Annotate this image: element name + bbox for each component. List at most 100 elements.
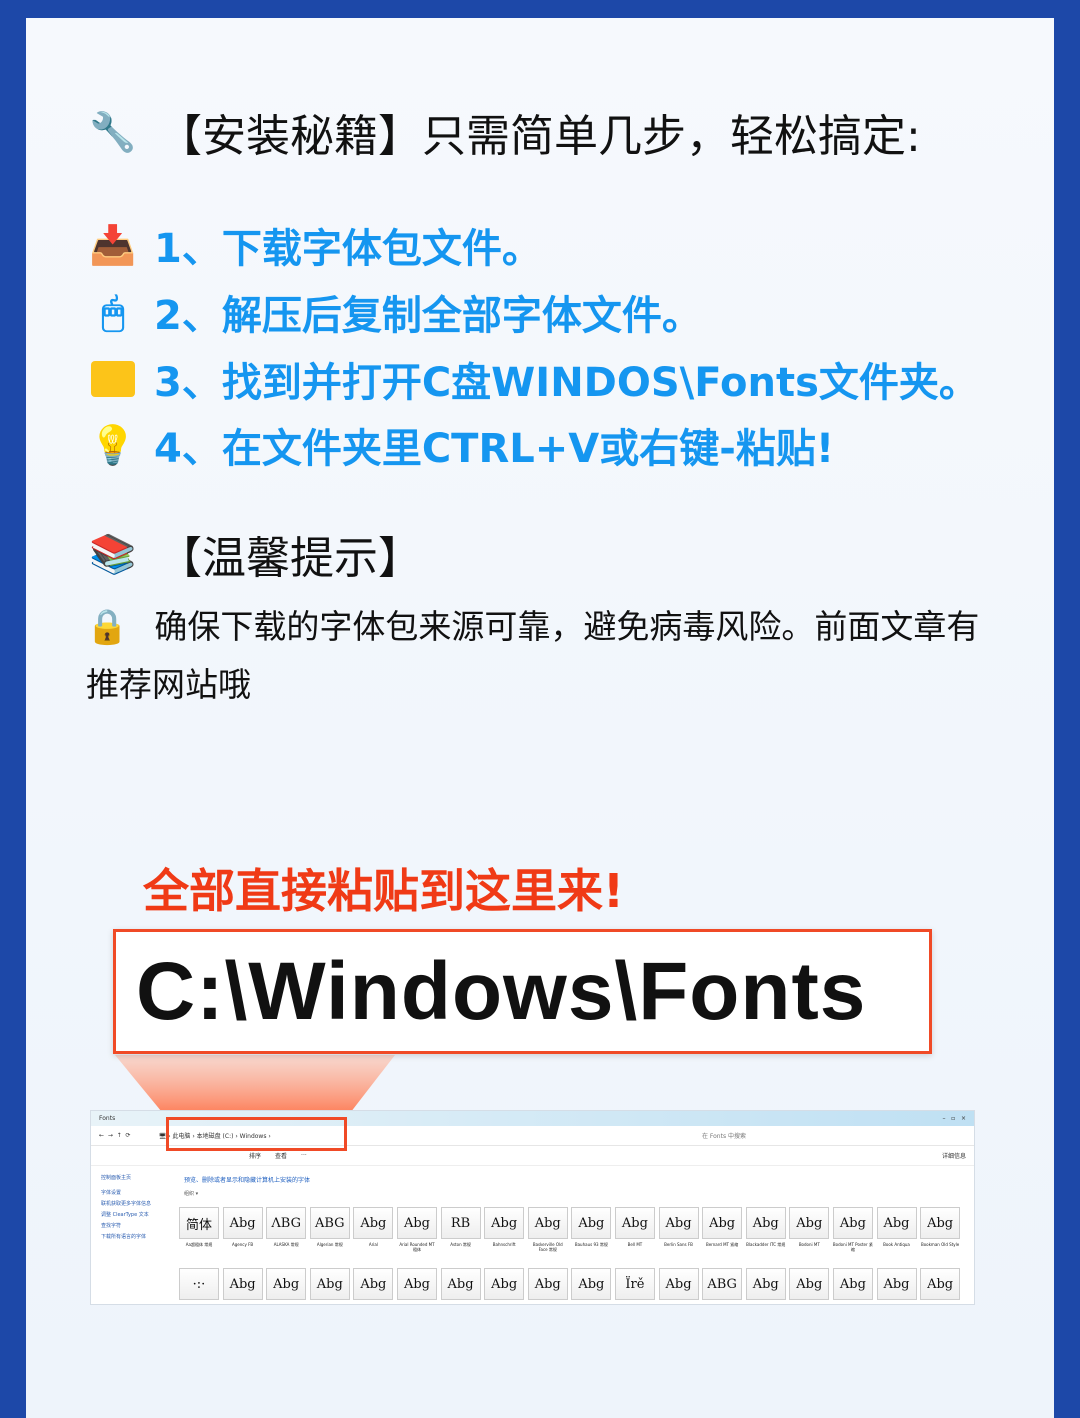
tips-heading-text: 【温馨提示】 xyxy=(158,533,422,584)
font-item[interactable]: Abg xyxy=(396,1268,441,1300)
sidebar-link[interactable]: 控制面板主页 xyxy=(101,1173,171,1184)
font-item[interactable]: Abg Bahnschrift xyxy=(484,1207,528,1258)
font-preview[interactable]: Abg xyxy=(571,1207,612,1239)
font-item[interactable]: Abg xyxy=(222,1268,267,1300)
step-text: 2、解压后复制全部字体文件。 xyxy=(154,293,702,339)
nav-buttons[interactable]: ← → ↑ ⟳ xyxy=(99,1132,131,1139)
more-button[interactable]: ··· xyxy=(301,1152,307,1159)
font-item[interactable]: Abg Bernard MT 紧缩 xyxy=(702,1207,746,1258)
font-item[interactable]: Abg xyxy=(353,1268,397,1300)
font-preview[interactable]: 简体 xyxy=(179,1207,219,1239)
sidebar-link[interactable]: 字体设置 xyxy=(101,1188,171,1199)
step-4: 💡 4、在文件夹里CTRL+V或右键-粘贴! xyxy=(89,416,834,474)
font-name: Baskerville Old Face 常规 xyxy=(532,1242,563,1252)
font-preview[interactable]: Abg xyxy=(484,1268,525,1300)
font-preview[interactable]: Abg xyxy=(571,1268,612,1300)
font-preview[interactable]: ABG xyxy=(702,1268,743,1300)
font-item[interactable]: ΛBG ALASKA 常规 xyxy=(266,1207,310,1258)
sidebar-link[interactable]: 联机获取更多字体信息 xyxy=(101,1199,171,1210)
sidebar-link[interactable]: 调整 ClearType 文本 xyxy=(101,1210,171,1221)
search-input[interactable]: 在 Fonts 中搜索 xyxy=(702,1131,746,1140)
address-highlight-box xyxy=(166,1117,347,1151)
font-item[interactable]: Abg Bauhaus 93 常规 xyxy=(571,1207,615,1258)
font-item[interactable]: Abg Bell MT xyxy=(614,1207,659,1258)
font-preview[interactable]: Abg xyxy=(440,1268,481,1300)
font-item[interactable]: Abg xyxy=(571,1268,615,1300)
lightbulb-icon: 💡 xyxy=(89,422,137,467)
font-preview[interactable]: Abg xyxy=(832,1268,873,1300)
font-item[interactable]: RB Aston 常规 xyxy=(440,1207,485,1258)
font-preview[interactable]: Ïrě xyxy=(614,1268,655,1300)
font-preview[interactable]: Abg xyxy=(745,1268,786,1300)
window-controls[interactable]: – ▫ × xyxy=(942,1115,966,1122)
font-item[interactable]: Abg Bookman Old Style xyxy=(920,1207,964,1258)
step-text: 1、下载字体包文件。 xyxy=(154,226,542,272)
details-button[interactable]: 详细信息 xyxy=(942,1151,966,1160)
sort-button[interactable]: 排序 xyxy=(249,1151,261,1160)
font-item[interactable]: Abg xyxy=(789,1268,833,1300)
font-item[interactable]: Abg Baskerville Old Face 常规 xyxy=(527,1207,572,1258)
font-preview[interactable]: Abg xyxy=(920,1268,961,1300)
font-item[interactable]: 简体 Aa超粗体 常规 xyxy=(179,1207,223,1258)
font-item[interactable]: Abg Bodoni MT Poster 紧缩 xyxy=(832,1207,877,1258)
mouse-icon: 🖱 xyxy=(101,289,125,334)
font-preview[interactable]: Abg xyxy=(658,1207,699,1239)
font-preview[interactable]: Abg xyxy=(789,1207,830,1239)
font-preview[interactable]: Abg xyxy=(527,1207,568,1239)
font-item[interactable]: Abg xyxy=(527,1268,572,1300)
font-item[interactable]: Abg xyxy=(484,1268,528,1300)
font-preview[interactable]: Abg xyxy=(309,1268,350,1300)
font-item[interactable]: Abg xyxy=(832,1268,877,1300)
sidebar: 控制面板主页 字体设置 联机获取更多字体信息 调整 ClearType 文本 查… xyxy=(101,1173,171,1243)
font-preview[interactable]: ABG xyxy=(309,1207,350,1239)
font-preview[interactable]: Abg xyxy=(527,1268,568,1300)
font-item[interactable]: ABG Algerian 常规 xyxy=(309,1207,354,1258)
font-item[interactable]: ·:· xyxy=(179,1268,223,1300)
font-name: Bookman Old Style xyxy=(920,1242,960,1247)
font-item[interactable]: Abg xyxy=(658,1268,703,1300)
font-preview[interactable]: Abg xyxy=(266,1268,307,1300)
font-preview[interactable]: ΛBG xyxy=(266,1207,307,1239)
font-item[interactable]: Abg xyxy=(745,1268,790,1300)
font-item[interactable]: Abg xyxy=(440,1268,485,1300)
font-item[interactable]: Abg Berlin Sans FB xyxy=(658,1207,703,1258)
font-name: Bahnschrift xyxy=(492,1242,516,1247)
font-preview[interactable]: Abg xyxy=(789,1268,830,1300)
font-preview[interactable]: Abg xyxy=(702,1207,743,1239)
font-preview[interactable]: Abg xyxy=(614,1207,655,1239)
font-preview[interactable]: Abg xyxy=(353,1268,394,1300)
font-item[interactable]: Abg Arial xyxy=(353,1207,397,1258)
folder-icon xyxy=(90,356,136,402)
install-title: 🔧 【安装秘籍】只需简单几步，轻松搞定: xyxy=(89,100,920,164)
font-item[interactable]: Abg Arial Rounded MT 粗体 xyxy=(396,1207,441,1258)
font-preview[interactable]: ·:· xyxy=(179,1268,219,1300)
font-preview[interactable]: Abg xyxy=(396,1207,437,1239)
font-preview[interactable]: Abg xyxy=(484,1207,525,1239)
view-button[interactable]: 查看 xyxy=(275,1151,287,1160)
font-item[interactable]: ABG xyxy=(702,1268,746,1300)
font-item[interactable]: Abg Bodoni MT xyxy=(789,1207,833,1258)
font-item[interactable]: Abg xyxy=(876,1268,921,1300)
sidebar-link[interactable]: 查找字符 xyxy=(101,1221,171,1232)
font-preview[interactable]: Abg xyxy=(658,1268,699,1300)
font-preview[interactable]: Abg xyxy=(353,1207,394,1239)
font-item[interactable]: Abg xyxy=(266,1268,310,1300)
font-preview[interactable]: Abg xyxy=(222,1207,263,1239)
font-preview[interactable]: Abg xyxy=(396,1268,437,1300)
font-preview[interactable]: RB xyxy=(440,1207,481,1239)
font-item[interactable]: Abg xyxy=(920,1268,964,1300)
font-preview[interactable]: Abg xyxy=(876,1268,917,1300)
tab-fonts[interactable]: Fonts xyxy=(99,1115,115,1122)
font-item[interactable]: Ïrě xyxy=(614,1268,659,1300)
font-preview[interactable]: Abg xyxy=(222,1268,263,1300)
font-item[interactable]: Abg Book Antiqua xyxy=(876,1207,921,1258)
font-item[interactable]: Abg Blackadder ITC 常规 xyxy=(745,1207,790,1258)
sidebar-link[interactable]: 下载所有语言的字体 xyxy=(101,1232,171,1243)
font-item[interactable]: Abg xyxy=(309,1268,354,1300)
font-preview[interactable]: Abg xyxy=(876,1207,917,1239)
font-preview[interactable]: Abg xyxy=(920,1207,961,1239)
font-item[interactable]: Abg Agency FB xyxy=(222,1207,267,1258)
organize-menu[interactable]: 组织 ▾ xyxy=(184,1190,198,1197)
font-preview[interactable]: Abg xyxy=(832,1207,873,1239)
font-preview[interactable]: Abg xyxy=(745,1207,786,1239)
